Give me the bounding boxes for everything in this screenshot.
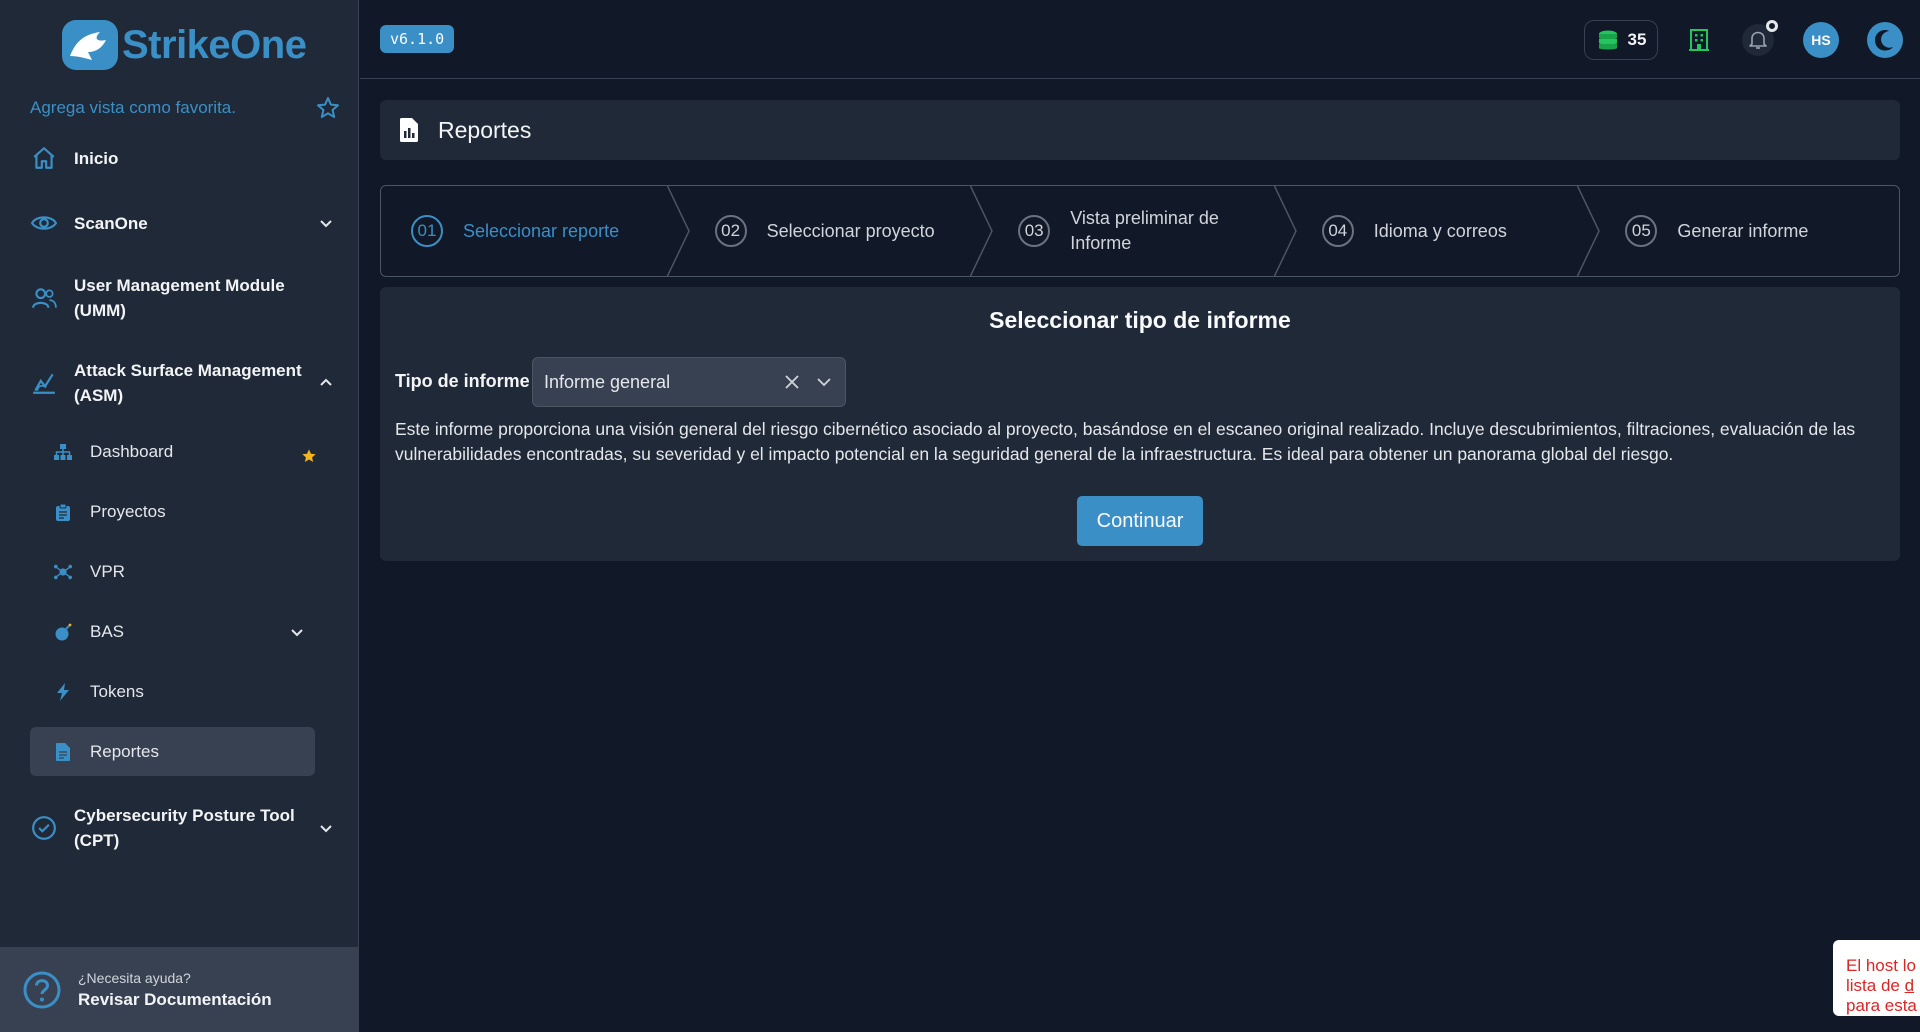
step-1[interactable]: 01 Seleccionar reporte [381,186,690,276]
sidebar-item-label: ScanOne [74,213,148,233]
star-outline-icon[interactable] [316,96,340,120]
sidebar-subitem-proyectos[interactable]: Proyectos [30,487,315,536]
building-icon[interactable] [1683,24,1715,56]
sidebar-subitem-label: BAS [90,621,125,641]
favorite-text: Agrega vista como favorita. [30,98,236,117]
version-badge: v6.1.0 [380,25,455,53]
step-label: Generar informe [1677,220,1809,241]
sidebar-subitem-vpr[interactable]: VPR [30,547,315,596]
toast-line-2: lista de d [1846,976,1920,996]
sidebar-item-cpt[interactable]: Cybersecurity Posture Tool (CPT) [30,803,340,853]
topbar: v6.1.0 35 HS [360,0,1920,79]
sidebar-subitem-reportes[interactable]: Reportes [30,727,315,776]
sidebar-item-label: Cybersecurity Posture Tool (CPT) [74,806,295,850]
bolt-icon [54,682,72,701]
coins-value: 35 [1627,30,1647,49]
page-title: Reportes [438,116,532,143]
moon-icon [1875,30,1893,51]
step-label: Seleccionar reporte [463,220,620,241]
report-stepper: 01 Seleccionar reporte 02 Seleccionar pr… [380,185,1900,277]
notifications-button[interactable] [1742,20,1778,56]
clipboard-icon [54,503,72,521]
sidebar-subitem-label: Reportes [90,741,159,761]
sidebar-item-asm[interactable]: Attack Surface Management (ASM) [30,358,340,408]
report-description: Este informe proporciona una visión gene… [395,419,1856,464]
step-number: 01 [411,215,443,247]
step-3[interactable]: 03 Vista preliminar de Informe [988,186,1297,276]
home-icon [30,144,58,172]
sidebar-item-umm[interactable]: User Management Module (UMM) [30,273,340,323]
step-number: 05 [1625,215,1658,247]
step-5[interactable]: 05 Generar informe [1595,186,1899,276]
notification-dot [1766,20,1778,32]
sidebar-subitem-label: Proyectos [90,501,166,521]
radar-icon [30,369,58,397]
help-docs-link[interactable]: Revisar Documentación [78,990,272,1010]
step-number: 02 [714,215,747,247]
sidebar: StrikeOne Agrega vista como favorita. In… [0,0,359,1032]
step-number: 03 [1018,215,1051,247]
sidebar-subitem-label: VPR [90,561,125,581]
check-circle-icon [30,814,58,842]
step-label: Seleccionar proyecto [766,220,935,241]
coins-icon [1598,30,1617,50]
sidebar-item-scanone[interactable]: ScanOne [30,209,340,237]
logo-text: StrikeOne [122,22,307,67]
users-icon [30,284,58,312]
sidebar-item-inicio[interactable]: Inicio [30,144,340,172]
chevron-down-icon[interactable] [287,622,307,642]
clear-icon[interactable] [781,371,803,393]
toast-line-1: El host lo [1846,956,1916,975]
toast-line-3: para esta [1846,996,1917,1015]
page-header: Reportes [380,100,1900,160]
sidebar-item-label: Attack Surface Management (ASM) [74,361,302,405]
question-circle-icon [23,971,61,1008]
sidebar-item-label: Inicio [74,148,119,168]
virus-icon [54,563,72,581]
sidebar-item-label: User Management Module (UMM) [74,276,285,320]
favorite-row: Agrega vista como favorita. [30,96,340,120]
help-section[interactable]: ¿Necesita ayuda? Revisar Documentación [0,947,359,1032]
step-number: 04 [1321,215,1354,247]
help-question: ¿Necesita ayuda? [78,969,191,986]
logo-icon [62,20,118,70]
sidebar-subitem-label: Dashboard [90,441,174,461]
step-label: Idioma y correos [1373,220,1507,241]
chevron-down-icon[interactable] [316,213,336,233]
hierarchy-icon [54,443,72,461]
sidebar-subitem-label: Tokens [90,681,144,701]
bell-icon [1749,31,1767,49]
report-file-icon [400,118,418,142]
warning-toast[interactable]: El host lo lista de d para esta [1833,940,1920,1016]
sidebar-subitem-bas[interactable]: BAS [30,607,315,656]
toast-line-2-text: lista de [1846,976,1905,995]
eye-icon [30,209,58,237]
avatar[interactable]: HS [1803,22,1839,58]
bomb-icon [54,623,72,641]
report-type-label: Tipo de informe [395,371,530,391]
select-value: Informe general [544,371,671,392]
chevron-up-icon[interactable] [316,373,336,393]
report-type-card: Seleccionar tipo de informe Tipo de info… [380,287,1900,561]
sidebar-subitem-dashboard[interactable]: Dashboard [30,427,317,476]
coins-counter[interactable]: 35 [1584,20,1658,60]
card-title: Seleccionar tipo de informe [989,307,1291,333]
step-label: Vista preliminar de Informe [1070,208,1219,253]
chevron-down-icon[interactable] [316,818,336,838]
toast-link[interactable]: d [1905,976,1914,995]
logo[interactable]: StrikeOne [62,20,307,70]
step-2[interactable]: 02 Seleccionar proyecto [685,186,994,276]
report-type-select[interactable]: Informe general [532,357,846,407]
sidebar-subitem-tokens[interactable]: Tokens [30,667,315,716]
continue-button[interactable]: Continuar [1077,496,1203,546]
theme-toggle-button[interactable] [1867,22,1903,58]
step-4[interactable]: 04 Idioma y correos [1292,186,1601,276]
file-icon [54,742,72,761]
chevron-down-icon[interactable] [813,371,835,393]
star-filled-icon[interactable] [301,448,317,464]
